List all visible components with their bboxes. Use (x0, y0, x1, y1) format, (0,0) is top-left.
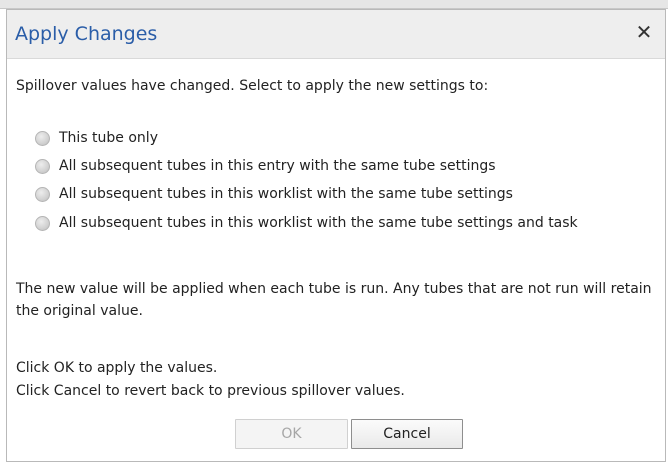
radio-button-icon[interactable] (35, 131, 50, 146)
option-this-tube-only[interactable]: This tube only (35, 128, 158, 149)
ok-hint-text: Click OK to apply the values. (16, 360, 218, 376)
dialog-titlebar: Apply Changes ✕ (7, 10, 665, 59)
ok-button[interactable]: OK (235, 419, 348, 449)
option-label: All subsequent tubes in this worklist wi… (59, 186, 513, 202)
apply-info-text: The new value will be applied when each … (16, 281, 652, 319)
background-window-strip (0, 0, 668, 9)
dialog-title: Apply Changes (15, 23, 158, 45)
option-subsequent-worklist[interactable]: All subsequent tubes in this worklist wi… (35, 184, 513, 205)
option-subsequent-worklist-task[interactable]: All subsequent tubes in this worklist wi… (35, 213, 655, 234)
option-label: All subsequent tubes in this entry with … (59, 158, 496, 174)
close-icon[interactable]: ✕ (633, 20, 655, 44)
radio-button-icon[interactable] (35, 159, 50, 174)
prompt-text: Spillover values have changed. Select to… (16, 78, 489, 94)
cancel-hint-text: Click Cancel to revert back to previous … (16, 383, 405, 399)
cancel-button[interactable]: Cancel (351, 419, 463, 449)
radio-button-icon[interactable] (35, 216, 50, 231)
option-label: This tube only (59, 130, 158, 146)
radio-button-icon[interactable] (35, 187, 50, 202)
option-subsequent-entry[interactable]: All subsequent tubes in this entry with … (35, 156, 496, 177)
apply-changes-dialog: Apply Changes ✕ Spillover values have ch… (6, 9, 666, 462)
option-label: All subsequent tubes in this worklist wi… (59, 215, 578, 231)
